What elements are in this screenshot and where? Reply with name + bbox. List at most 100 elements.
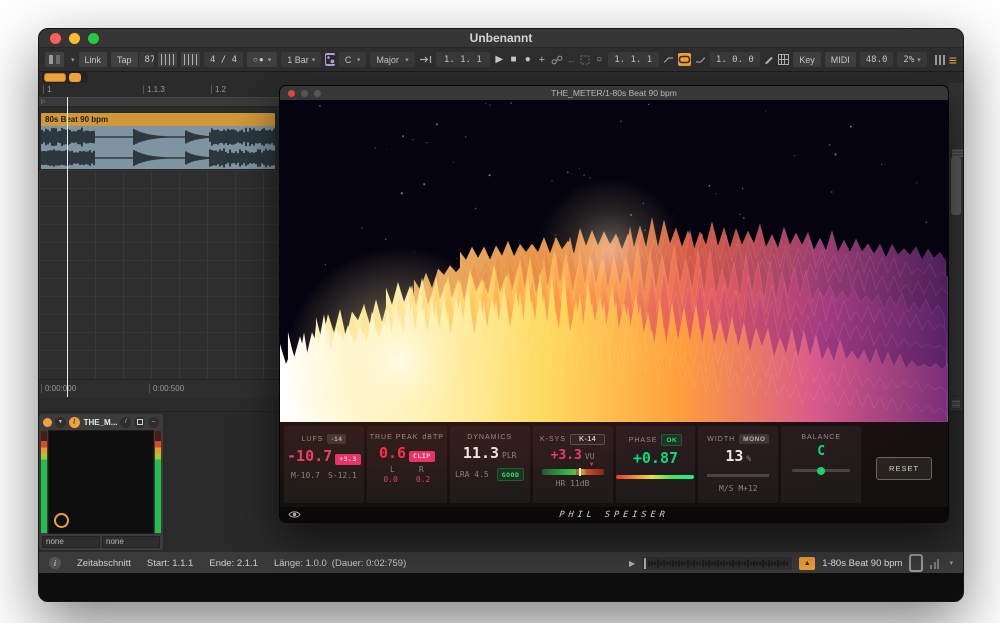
scale-name-field[interactable]: Major▾ [370, 52, 414, 67]
follow-button[interactable] [419, 52, 432, 67]
plugin-edit-wrench-icon[interactable]: / [69, 417, 80, 428]
brand-signature: PHIL SPEISER [279, 510, 948, 520]
reset-button[interactable]: RESET [876, 457, 932, 480]
zoom-handle-2[interactable] [69, 73, 81, 82]
menu-hamburger-icon[interactable]: ≡ [949, 52, 957, 68]
meter-caret-icon[interactable]: ▾ [949, 559, 953, 567]
lufs-target-badge[interactable]: -14 [327, 434, 346, 444]
truepeak-unit: dBTP [422, 434, 444, 441]
back-to-arrangement-button[interactable]: ← [567, 52, 577, 67]
balance-knob[interactable] [817, 467, 825, 475]
status-bar: i Zeitabschnitt Start: 1.1.1 Ende: 2.1.1… [39, 551, 963, 574]
clip-title[interactable]: 80s Beat 90 bpm [41, 113, 275, 126]
punch-out-icon[interactable] [695, 52, 706, 67]
current-track-name[interactable]: 1-80s Beat 90 bpm [822, 558, 902, 569]
zoom-button[interactable] [88, 33, 99, 44]
xy-cursor[interactable] [54, 513, 69, 528]
plugin-minimize-button[interactable] [301, 90, 308, 97]
device-name[interactable]: THE_M... [84, 418, 118, 427]
right-scroll-strip [947, 83, 964, 411]
level-meter-right [155, 431, 161, 533]
midi-indicator-field[interactable]: 48.0 [860, 52, 894, 67]
device-display[interactable] [48, 430, 154, 534]
loop-start-field[interactable]: 1. 1. 1 [608, 52, 659, 67]
stop-button[interactable]: ■ [508, 54, 518, 65]
routing-select-b[interactable]: none [102, 536, 160, 548]
plugin-titlebar[interactable]: THE_METER/1-80s Beat 90 bpm [280, 86, 948, 101]
lra-value: LRA 4.5 [455, 470, 489, 479]
vertical-scrollbar[interactable] [951, 157, 961, 215]
selection-box-icon[interactable] [580, 52, 590, 67]
balance-slider[interactable] [792, 469, 850, 472]
truepeak-left: 0.0 [383, 475, 397, 484]
track-collapse-button[interactable]: ▲ [799, 557, 815, 570]
close-button[interactable] [50, 33, 61, 44]
panel-toggle-1[interactable] [949, 396, 963, 412]
link-button[interactable]: Link [79, 52, 108, 67]
hot-swap-icon[interactable]: / [120, 417, 131, 428]
zoom-handle[interactable] [44, 73, 66, 82]
plugin-zoom-button[interactable] [314, 90, 321, 97]
routing-select-a[interactable]: none [42, 536, 100, 548]
view-layout-caret-icon[interactable]: ▾ [71, 56, 75, 64]
minimize-button[interactable] [69, 33, 80, 44]
vu-meter-bar: ▼ [542, 469, 604, 475]
spectrum-3d-visualization [280, 100, 948, 422]
mono-badge[interactable]: MONO [739, 434, 769, 444]
audio-clip[interactable]: 80s Beat 90 bpm [41, 113, 275, 169]
device-title-bar: ▼ / THE_M... / – [39, 414, 163, 430]
output-meter-icon [930, 558, 939, 569]
root-note-field[interactable]: C▾ [339, 52, 366, 67]
ruler-tick: 1.2 [211, 85, 226, 94]
tap-tempo-button[interactable]: Tap [111, 52, 138, 67]
loop-length-field[interactable]: 1. 0. 0 [710, 52, 761, 67]
truepeak-section: TRUE PEAKdBTP 0.6CLIP LR 0.00.2 [367, 426, 447, 503]
nudge-up-button[interactable] [181, 52, 200, 67]
clip-slot-icon[interactable] [909, 554, 923, 572]
cpu-meter-field[interactable]: 2%▾ [897, 52, 926, 67]
mixer-view-icon[interactable] [935, 54, 945, 65]
phase-section: PHASEOK +0.87 [616, 426, 696, 503]
info-icon[interactable]: i [49, 557, 61, 569]
metronome-button[interactable]: ○ ● ▾ [247, 52, 277, 67]
dynamics-value: 11.3 [463, 444, 499, 462]
arrangement-position-display[interactable]: 1. 1. 1 [436, 52, 491, 67]
device-fold-icon[interactable]: ▼ [55, 417, 66, 428]
window-title: Unbenannt [39, 29, 963, 47]
midi-map-button[interactable]: MIDI [825, 52, 856, 67]
loop-toggle[interactable] [678, 53, 691, 66]
plugin-close-button[interactable] [288, 90, 295, 97]
titlebar: Unbenannt [39, 29, 963, 48]
overdub-button[interactable]: + [537, 52, 547, 67]
zoom-scroll-bar[interactable] [42, 72, 88, 83]
dynamics-label: DYNAMICS [467, 434, 512, 441]
view-layout-button[interactable] [45, 52, 64, 67]
truepeak-label: TRUE PEAK [370, 434, 419, 441]
nudge-down-button[interactable] [158, 52, 177, 67]
key-map-button[interactable]: Key [793, 52, 821, 67]
punch-in-icon[interactable] [663, 52, 674, 67]
draw-mode-button[interactable] [764, 52, 774, 67]
record-button[interactable]: ● [523, 54, 533, 65]
phase-ok-badge: OK [661, 434, 682, 446]
mini-waveform[interactable] [642, 557, 792, 570]
play-button[interactable]: ▶ [494, 54, 504, 65]
window-bottom-band [39, 573, 963, 602]
scale-mode-toggle[interactable] [325, 53, 335, 66]
grid-mode-button[interactable] [778, 52, 789, 67]
more-options-icon[interactable]: – [148, 417, 159, 428]
ksys-label: K-SYS [540, 436, 566, 443]
ruler-tick: 1 [43, 85, 51, 94]
device-body [39, 430, 163, 534]
save-preset-icon[interactable] [134, 417, 145, 428]
capture-midi-button[interactable]: ○ [594, 52, 604, 67]
time-signature-field[interactable]: 4 / 4 [204, 52, 243, 67]
clip-waveform[interactable] [41, 126, 275, 169]
ksys-section: K-SYSK-14 +3.3VU ▼ HR 11dB [533, 426, 613, 503]
chain-button[interactable] [551, 52, 563, 67]
device-power-button[interactable] [43, 418, 52, 427]
quantize-field[interactable]: 1 Bar▾ [281, 52, 321, 67]
preview-play-icon[interactable]: ▶ [629, 559, 635, 568]
tempo-field[interactable]: 87.00 [138, 52, 154, 67]
ksys-mode-select[interactable]: K-14 [570, 434, 605, 445]
